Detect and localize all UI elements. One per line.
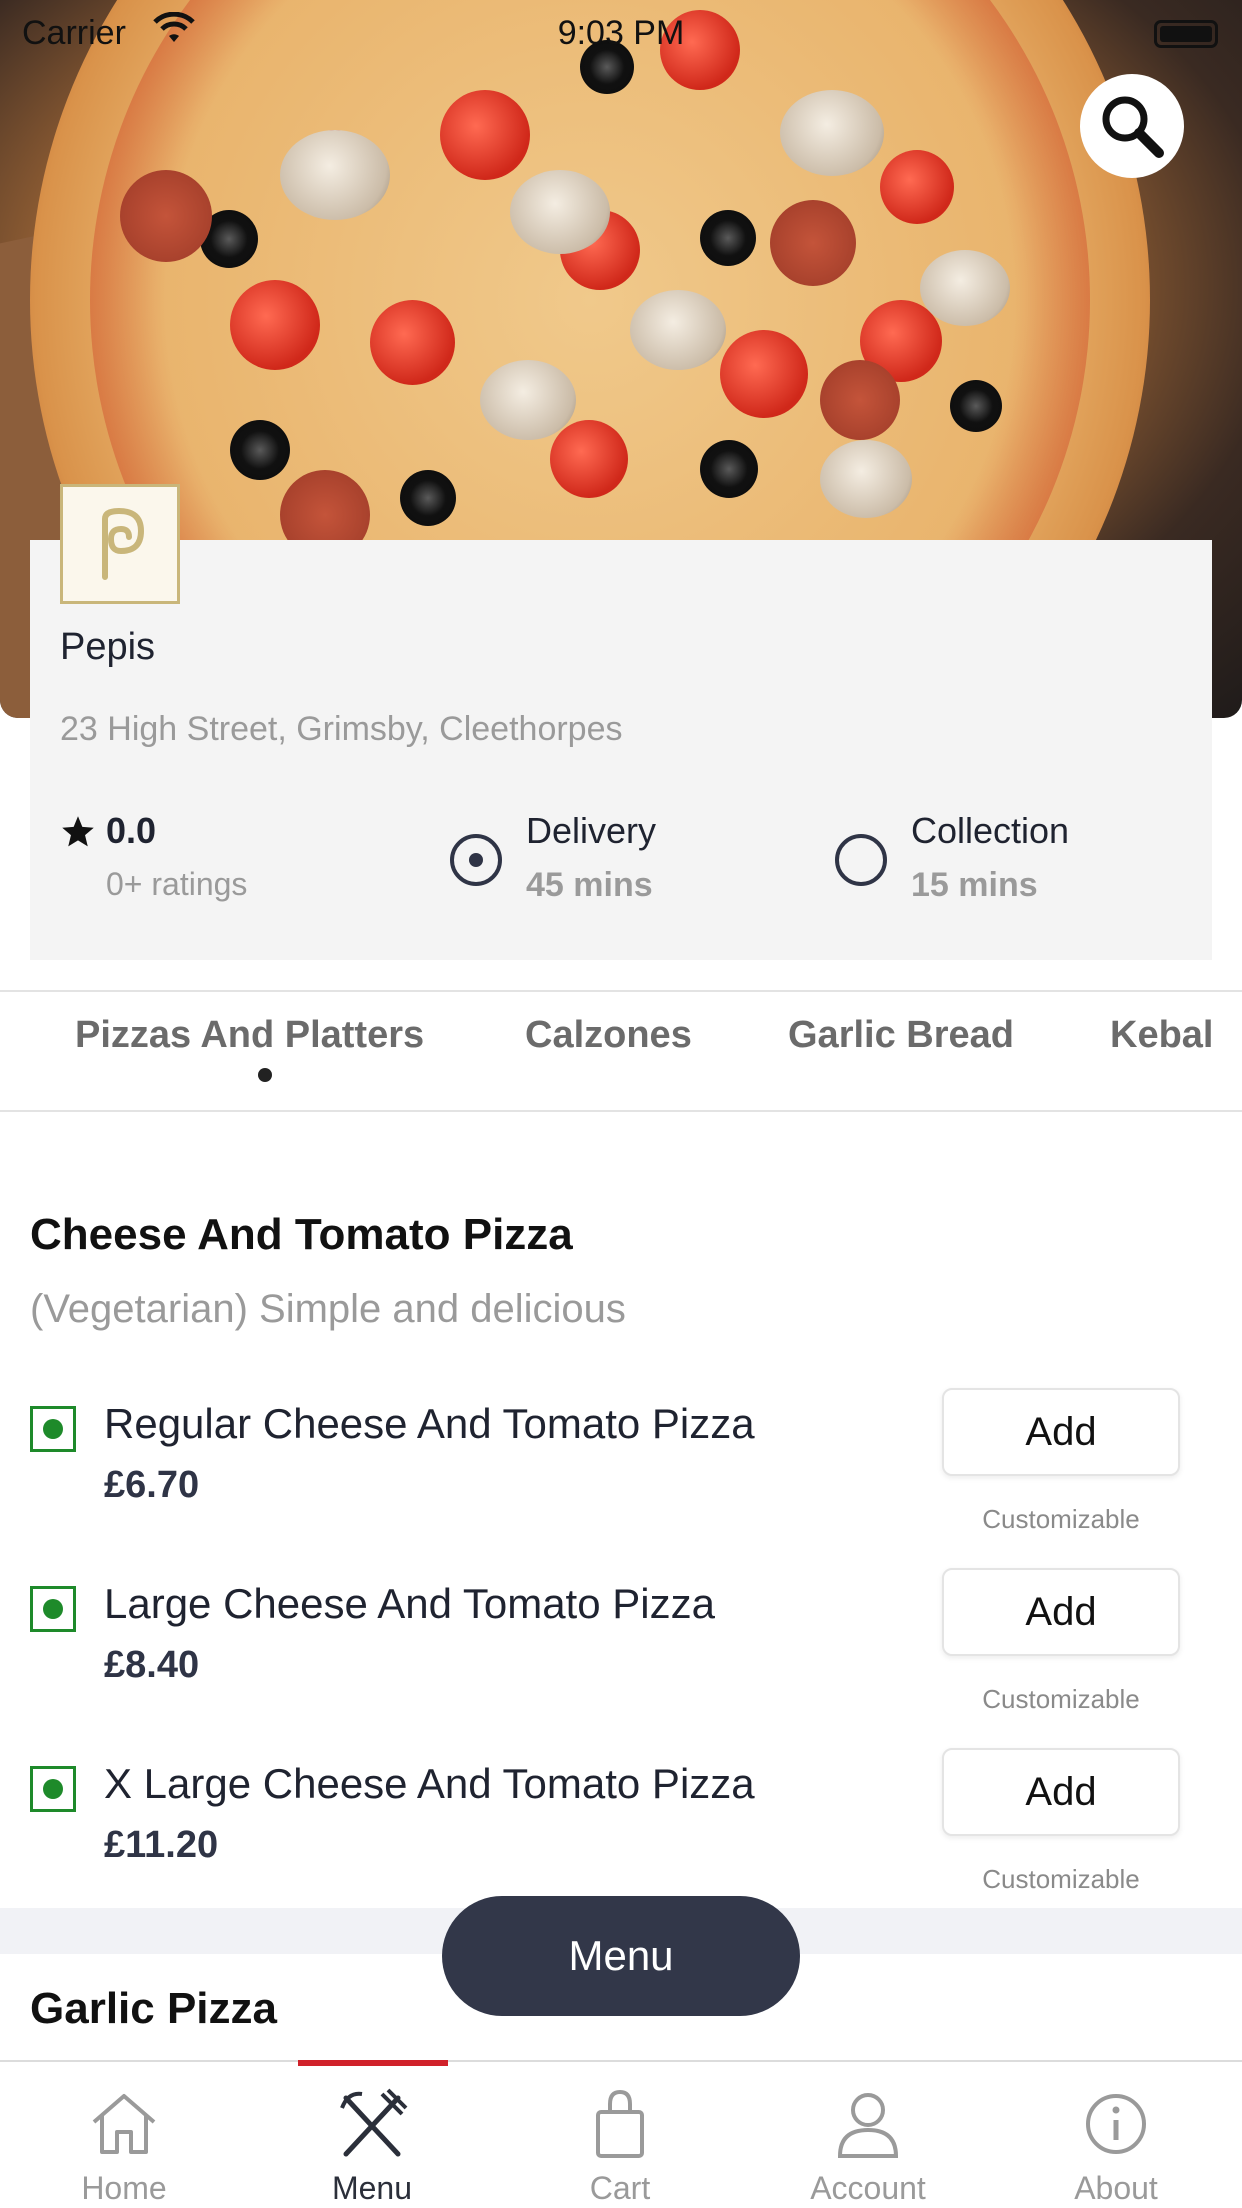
customizable-label: Customizable [982,1864,1140,1894]
active-tab-indicator [258,1068,272,1082]
nav-home-label: Home [81,2170,167,2206]
fork-knife-icon [340,2088,408,2157]
restaurant-name: Pepis [60,626,156,668]
collection-label: Collection [911,810,1070,851]
next-section-title: Garlic Pizza [30,1984,278,2033]
add-button[interactable]: Add [942,1388,1180,1476]
section-description: (Vegetarian) Simple and delicious [30,1287,626,1331]
tab-kebab[interactable]: Kebal [1110,1014,1213,1057]
customizable-label: Customizable [982,1684,1140,1714]
item-price: £6.70 [104,1464,200,1506]
battery-icon [1154,20,1218,48]
info-icon [1086,2094,1146,2154]
item-price: £8.40 [104,1644,200,1686]
home-icon [92,2094,156,2154]
delivery-radio[interactable] [450,834,502,886]
item-price: £11.20 [104,1824,219,1866]
vegetarian-icon [30,1766,76,1812]
active-nav-indicator [298,2060,448,2066]
nav-home[interactable]: Home [0,2062,248,2208]
collection-radio[interactable] [835,834,887,886]
item-name: Regular Cheese And Tomato Pizza [104,1400,755,1447]
shopping-bag-icon [596,2089,644,2158]
restaurant-logo [60,484,180,604]
menu-item: Large Cheese And Tomato Pizza £8.40 Add … [0,1568,1242,1760]
rating-count: 0+ ratings [106,866,248,902]
add-button[interactable]: Add [942,1568,1180,1656]
delivery-time: 45 mins [526,866,653,904]
tab-garlic-bread[interactable]: Garlic Bread [788,1014,1014,1057]
customizable-label: Customizable [982,1504,1140,1534]
restaurant-address: 23 High Street, Grimsby, Cleethorpes [60,710,623,748]
nav-account[interactable]: Account [744,2062,992,2208]
nav-menu[interactable]: Menu [248,2060,496,2208]
collection-time: 15 mins [911,866,1038,904]
category-tabs: Pizzas And Platters Calzones Garlic Brea… [0,990,1242,1112]
status-time: 9:03 PM [557,14,685,52]
rating-value: 0.0 [106,810,157,851]
nav-account-label: Account [810,2170,926,2206]
tab-pizzas-and-platters[interactable]: Pizzas And Platters [75,1014,424,1057]
menu-button[interactable]: Menu [442,1896,800,2016]
user-icon [837,2093,899,2158]
add-button[interactable]: Add [942,1748,1180,1836]
nav-menu-label: Menu [331,2170,413,2206]
search-button[interactable] [1080,74,1184,178]
nav-cart-label: Cart [589,2170,651,2206]
nav-cart[interactable]: Cart [496,2062,744,2208]
star-icon [62,816,94,847]
nav-about[interactable]: About [992,2062,1240,2208]
item-name: X Large Cheese And Tomato Pizza [104,1760,755,1807]
tab-calzones[interactable]: Calzones [525,1014,692,1057]
nav-about-label: About [1074,2170,1158,2206]
vegetarian-icon [30,1586,76,1632]
section-title: Cheese And Tomato Pizza [30,1210,573,1259]
restaurant-info-card: Pepis 23 High Street, Grimsby, Cleethorp… [30,484,1212,960]
status-bar: Carrier 9:03 PM [0,8,1242,58]
search-icon [1102,96,1164,158]
vegetarian-icon [30,1406,76,1452]
item-name: Large Cheese And Tomato Pizza [104,1580,715,1627]
menu-item: Regular Cheese And Tomato Pizza £6.70 Ad… [0,1388,1242,1580]
bottom-nav: Home Menu Cart Account About [0,2060,1242,2208]
delivery-label: Delivery [526,810,657,851]
